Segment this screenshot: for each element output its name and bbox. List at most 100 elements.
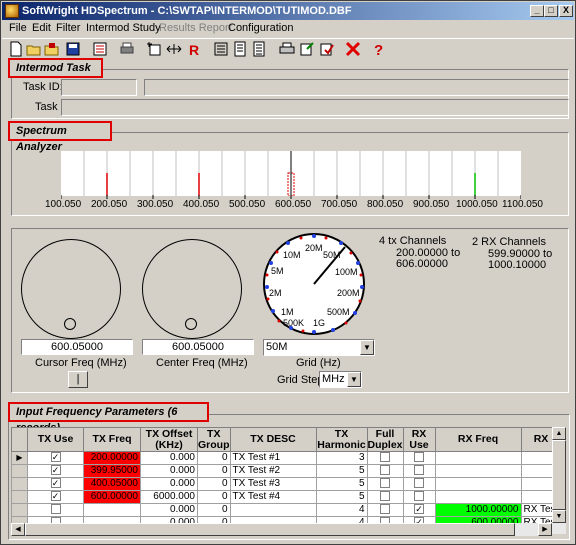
center-freq-input[interactable]: 600.05000	[142, 339, 254, 355]
table-row[interactable]: ✓ 600.00000 6000.000 0 TX Test #4 5	[11, 490, 562, 504]
center-freq-knob[interactable]	[142, 239, 242, 339]
calc-icon[interactable]	[213, 41, 229, 57]
tx-freq-cell[interactable]	[83, 503, 141, 517]
scroll-right-icon[interactable]: ▶	[538, 523, 552, 536]
close-button[interactable]: X	[559, 5, 573, 17]
task-name-field[interactable]	[144, 79, 569, 96]
tx-freq-cell[interactable]: 400.05000	[83, 477, 141, 491]
tx-group-cell[interactable]: 0	[197, 503, 231, 517]
col-header[interactable]: TX Use	[27, 427, 84, 452]
open-icon[interactable]	[26, 41, 42, 57]
report-icon[interactable]	[232, 41, 248, 57]
scroll-down-icon[interactable]: ▼	[552, 510, 566, 523]
scroll-thumb[interactable]	[25, 523, 515, 536]
rx-use-checkbox[interactable]: ✓	[402, 503, 436, 517]
col-header[interactable]: TX Group	[197, 427, 231, 452]
minimize-button[interactable]: _	[530, 5, 544, 17]
scroll-up-icon[interactable]: ▲	[552, 427, 566, 440]
tx-offset-cell[interactable]: 0.000	[140, 464, 198, 478]
rx-freq-cell[interactable]: 1000.00000	[434, 503, 522, 517]
chevron-down-icon[interactable]: ▼	[360, 340, 374, 355]
scroll-left-icon[interactable]: ◀	[11, 523, 25, 536]
menu-filter[interactable]: Filter	[56, 22, 80, 34]
tx-desc-cell[interactable]	[229, 503, 317, 517]
full-duplex-checkbox[interactable]	[366, 503, 404, 517]
tx-harmonic-cell[interactable]: 3	[315, 451, 368, 465]
table-row[interactable]: 0.000 0 4 ✓ 1000.00000 RX Test	[11, 503, 562, 517]
tx-desc-cell[interactable]: TX Test #3	[229, 477, 317, 491]
task-id-field[interactable]	[61, 79, 137, 96]
tx-group-cell[interactable]: 0	[197, 451, 231, 465]
full-duplex-checkbox[interactable]	[366, 490, 404, 504]
chevron-down-icon[interactable]: ▼	[347, 372, 361, 387]
tx-use-checkbox[interactable]	[27, 503, 84, 517]
tx-harmonic-cell[interactable]: 4	[315, 503, 368, 517]
export2-icon[interactable]	[319, 41, 335, 57]
cursor-freq-input[interactable]: 600.05000	[21, 339, 133, 355]
rx-freq-cell[interactable]	[434, 490, 522, 504]
rx-use-checkbox[interactable]	[402, 451, 436, 465]
report2-icon[interactable]	[251, 41, 267, 57]
table-row[interactable]: ✓ 400.05000 0.000 0 TX Test #3 5	[11, 477, 562, 491]
frequency-table[interactable]: TX Use TX Freq TX Offset (KHz) TX Group …	[11, 427, 562, 530]
tx-offset-cell[interactable]: 0.000	[140, 451, 198, 465]
new-icon[interactable]	[8, 41, 24, 57]
tx-desc-cell[interactable]: TX Test #2	[229, 464, 317, 478]
tx-group-cell[interactable]: 0	[197, 464, 231, 478]
tx-harmonic-cell[interactable]: 5	[315, 477, 368, 491]
tx-harmonic-cell[interactable]: 5	[315, 490, 368, 504]
tx-use-checkbox[interactable]: ✓	[27, 490, 84, 504]
col-header[interactable]: TX DESC	[229, 427, 317, 452]
help-icon[interactable]: ?	[371, 41, 387, 57]
rx-freq-cell[interactable]	[434, 451, 522, 465]
title-bar[interactable]: SoftWright HDSpectrum - C:\SWTAP\INTERMO…	[2, 2, 574, 20]
open-db-icon[interactable]	[44, 41, 60, 57]
tx-group-cell[interactable]: 0	[197, 477, 231, 491]
col-header[interactable]: RX Use	[402, 427, 436, 452]
tx-use-checkbox[interactable]: ✓	[27, 464, 84, 478]
rx-freq-cell[interactable]	[434, 477, 522, 491]
menu-intermod-study[interactable]: Intermod Study	[86, 22, 161, 34]
col-header[interactable]: TX Freq	[83, 427, 141, 452]
table-row[interactable]: ✓ 399.95000 0.000 0 TX Test #2 5	[11, 464, 562, 478]
scroll-thumb[interactable]	[552, 440, 566, 510]
full-duplex-checkbox[interactable]	[366, 451, 404, 465]
menu-edit[interactable]: Edit	[32, 22, 51, 34]
tx-desc-cell[interactable]: TX Test #4	[229, 490, 317, 504]
print-icon[interactable]	[279, 41, 295, 57]
table-vertical-scrollbar[interactable]: ▲ ▼	[552, 427, 566, 534]
menu-file[interactable]: File	[9, 22, 27, 34]
tx-use-checkbox[interactable]: ✓	[27, 451, 84, 465]
grid-step-select[interactable]: MHz ▼	[319, 371, 362, 388]
tx-use-checkbox[interactable]: ✓	[27, 477, 84, 491]
tx-freq-cell[interactable]: 200.00000	[83, 451, 141, 465]
tx-freq-cell[interactable]: 399.95000	[83, 464, 141, 478]
rx-use-checkbox[interactable]	[402, 490, 436, 504]
menu-results-report[interactable]: Results Report	[159, 22, 232, 34]
tx-harmonic-cell[interactable]: 5	[315, 464, 368, 478]
tx-freq-cell[interactable]: 600.00000	[83, 490, 141, 504]
arrows-icon[interactable]	[166, 41, 182, 57]
col-header[interactable]: TX Harmonic	[315, 427, 368, 452]
delete-icon[interactable]	[345, 41, 361, 57]
full-duplex-checkbox[interactable]	[366, 477, 404, 491]
maximize-button[interactable]: □	[544, 5, 558, 17]
export-icon[interactable]	[299, 41, 315, 57]
full-duplex-checkbox[interactable]	[366, 464, 404, 478]
task-field[interactable]	[61, 99, 569, 116]
menu-configuration[interactable]: Configuration	[228, 22, 293, 34]
list-icon[interactable]	[92, 41, 108, 57]
grid-dial[interactable]: 20M 50M 100M 200M 500M 1G 500K 1M 2M 5M …	[261, 231, 367, 337]
tx-offset-cell[interactable]: 6000.000	[140, 490, 198, 504]
r-icon[interactable]: R	[186, 41, 202, 57]
tx-offset-cell[interactable]: 0.000	[140, 503, 198, 517]
tx-desc-cell[interactable]: TX Test #1	[229, 451, 317, 465]
col-header[interactable]: TX Offset (KHz)	[140, 427, 198, 452]
rx-freq-cell[interactable]	[434, 464, 522, 478]
table-horizontal-scrollbar[interactable]: ◀ ▶	[11, 523, 552, 536]
rx-use-checkbox[interactable]	[402, 477, 436, 491]
save-icon[interactable]	[65, 41, 81, 57]
print-setup-icon[interactable]	[119, 41, 135, 57]
cursor-sync-button[interactable]: |	[68, 371, 88, 388]
table-row[interactable]: ▶ ✓ 200.00000 0.000 0 TX Test #1 3	[11, 451, 562, 465]
